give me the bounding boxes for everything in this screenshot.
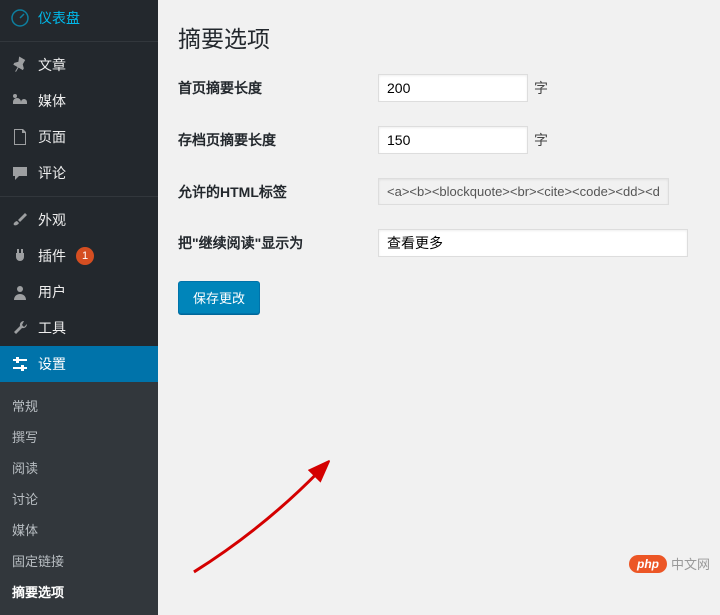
settings-submenu: 常规 撰写 阅读 讨论 媒体 固定链接 摘要选项: [0, 382, 158, 615]
logo-text: 中文网: [671, 554, 710, 573]
pin-icon: [10, 55, 30, 75]
home-excerpt-length-input[interactable]: [378, 74, 528, 102]
field-label: 允许的HTML标签: [178, 182, 378, 202]
row-read-more-text: 把"继续阅读"显示为: [178, 229, 720, 257]
separator: [0, 41, 158, 42]
sidebar-item-label: 仪表盘: [38, 8, 80, 28]
sidebar-item-dashboard[interactable]: 仪表盘: [0, 0, 158, 36]
sidebar-item-label: 工具: [38, 318, 66, 338]
sidebar-item-tools[interactable]: 工具: [0, 310, 158, 346]
sidebar-item-label: 评论: [38, 163, 66, 183]
field-label: 把"继续阅读"显示为: [178, 233, 378, 253]
sidebar-item-label: 插件: [38, 246, 66, 266]
sidebar-item-comments[interactable]: 评论: [0, 155, 158, 191]
field-suffix: 字: [534, 130, 548, 150]
separator: [0, 196, 158, 197]
submenu-permalinks[interactable]: 固定链接: [0, 545, 158, 576]
media-icon: [10, 91, 30, 111]
sidebar-item-label: 设置: [38, 354, 66, 374]
admin-sidebar: 仪表盘 文章 媒体 页面 评论 外观 插件 1 用户 工具 设置 常规 撰写: [0, 0, 158, 583]
archive-excerpt-length-input[interactable]: [378, 126, 528, 154]
tool-icon: [10, 318, 30, 338]
annotation-arrow-icon: [164, 455, 352, 585]
submenu-media[interactable]: 媒体: [0, 514, 158, 545]
main-content: 摘要选项 首页摘要长度 字 存档页摘要长度 字 允许的HTML标签 <a><b>…: [158, 0, 720, 583]
sidebar-item-users[interactable]: 用户: [0, 274, 158, 310]
sidebar-item-label: 外观: [38, 210, 66, 230]
allowed-html-tags-input[interactable]: <a><b><blockquote><br><cite><code><dd><d: [378, 178, 669, 205]
row-allowed-html-tags: 允许的HTML标签 <a><b><blockquote><br><cite><c…: [178, 178, 720, 205]
save-button[interactable]: 保存更改: [178, 281, 260, 314]
sidebar-item-label: 页面: [38, 127, 66, 147]
settings-icon: [10, 354, 30, 374]
brush-icon: [10, 210, 30, 230]
dashboard-icon: [10, 8, 30, 28]
plugin-icon: [10, 246, 30, 266]
sidebar-item-label: 用户: [38, 282, 66, 302]
page-title: 摘要选项: [178, 20, 720, 54]
page-icon: [10, 127, 30, 147]
watermark-logo: php 中文网: [629, 554, 710, 573]
submenu-reading[interactable]: 阅读: [0, 452, 158, 483]
row-archive-excerpt-length: 存档页摘要长度 字: [178, 126, 720, 154]
sidebar-item-settings[interactable]: 设置: [0, 346, 158, 382]
field-label: 首页摘要长度: [178, 78, 378, 98]
comment-icon: [10, 163, 30, 183]
read-more-text-input[interactable]: [378, 229, 688, 257]
submenu-discussion[interactable]: 讨论: [0, 483, 158, 514]
field-label: 存档页摘要长度: [178, 130, 378, 150]
sidebar-item-plugins[interactable]: 插件 1: [0, 238, 158, 274]
user-icon: [10, 282, 30, 302]
submenu-writing[interactable]: 撰写: [0, 421, 158, 452]
sidebar-item-label: 文章: [38, 55, 66, 75]
field-suffix: 字: [534, 78, 548, 98]
submenu-general[interactable]: 常规: [0, 390, 158, 421]
sidebar-item-media[interactable]: 媒体: [0, 83, 158, 119]
row-home-excerpt-length: 首页摘要长度 字: [178, 74, 720, 102]
update-badge: 1: [76, 247, 94, 265]
sidebar-item-appearance[interactable]: 外观: [0, 202, 158, 238]
logo-badge: php: [629, 555, 667, 573]
submenu-excerpt-options[interactable]: 摘要选项: [0, 576, 158, 607]
sidebar-item-pages[interactable]: 页面: [0, 119, 158, 155]
sidebar-item-label: 媒体: [38, 91, 66, 111]
sidebar-item-posts[interactable]: 文章: [0, 47, 158, 83]
